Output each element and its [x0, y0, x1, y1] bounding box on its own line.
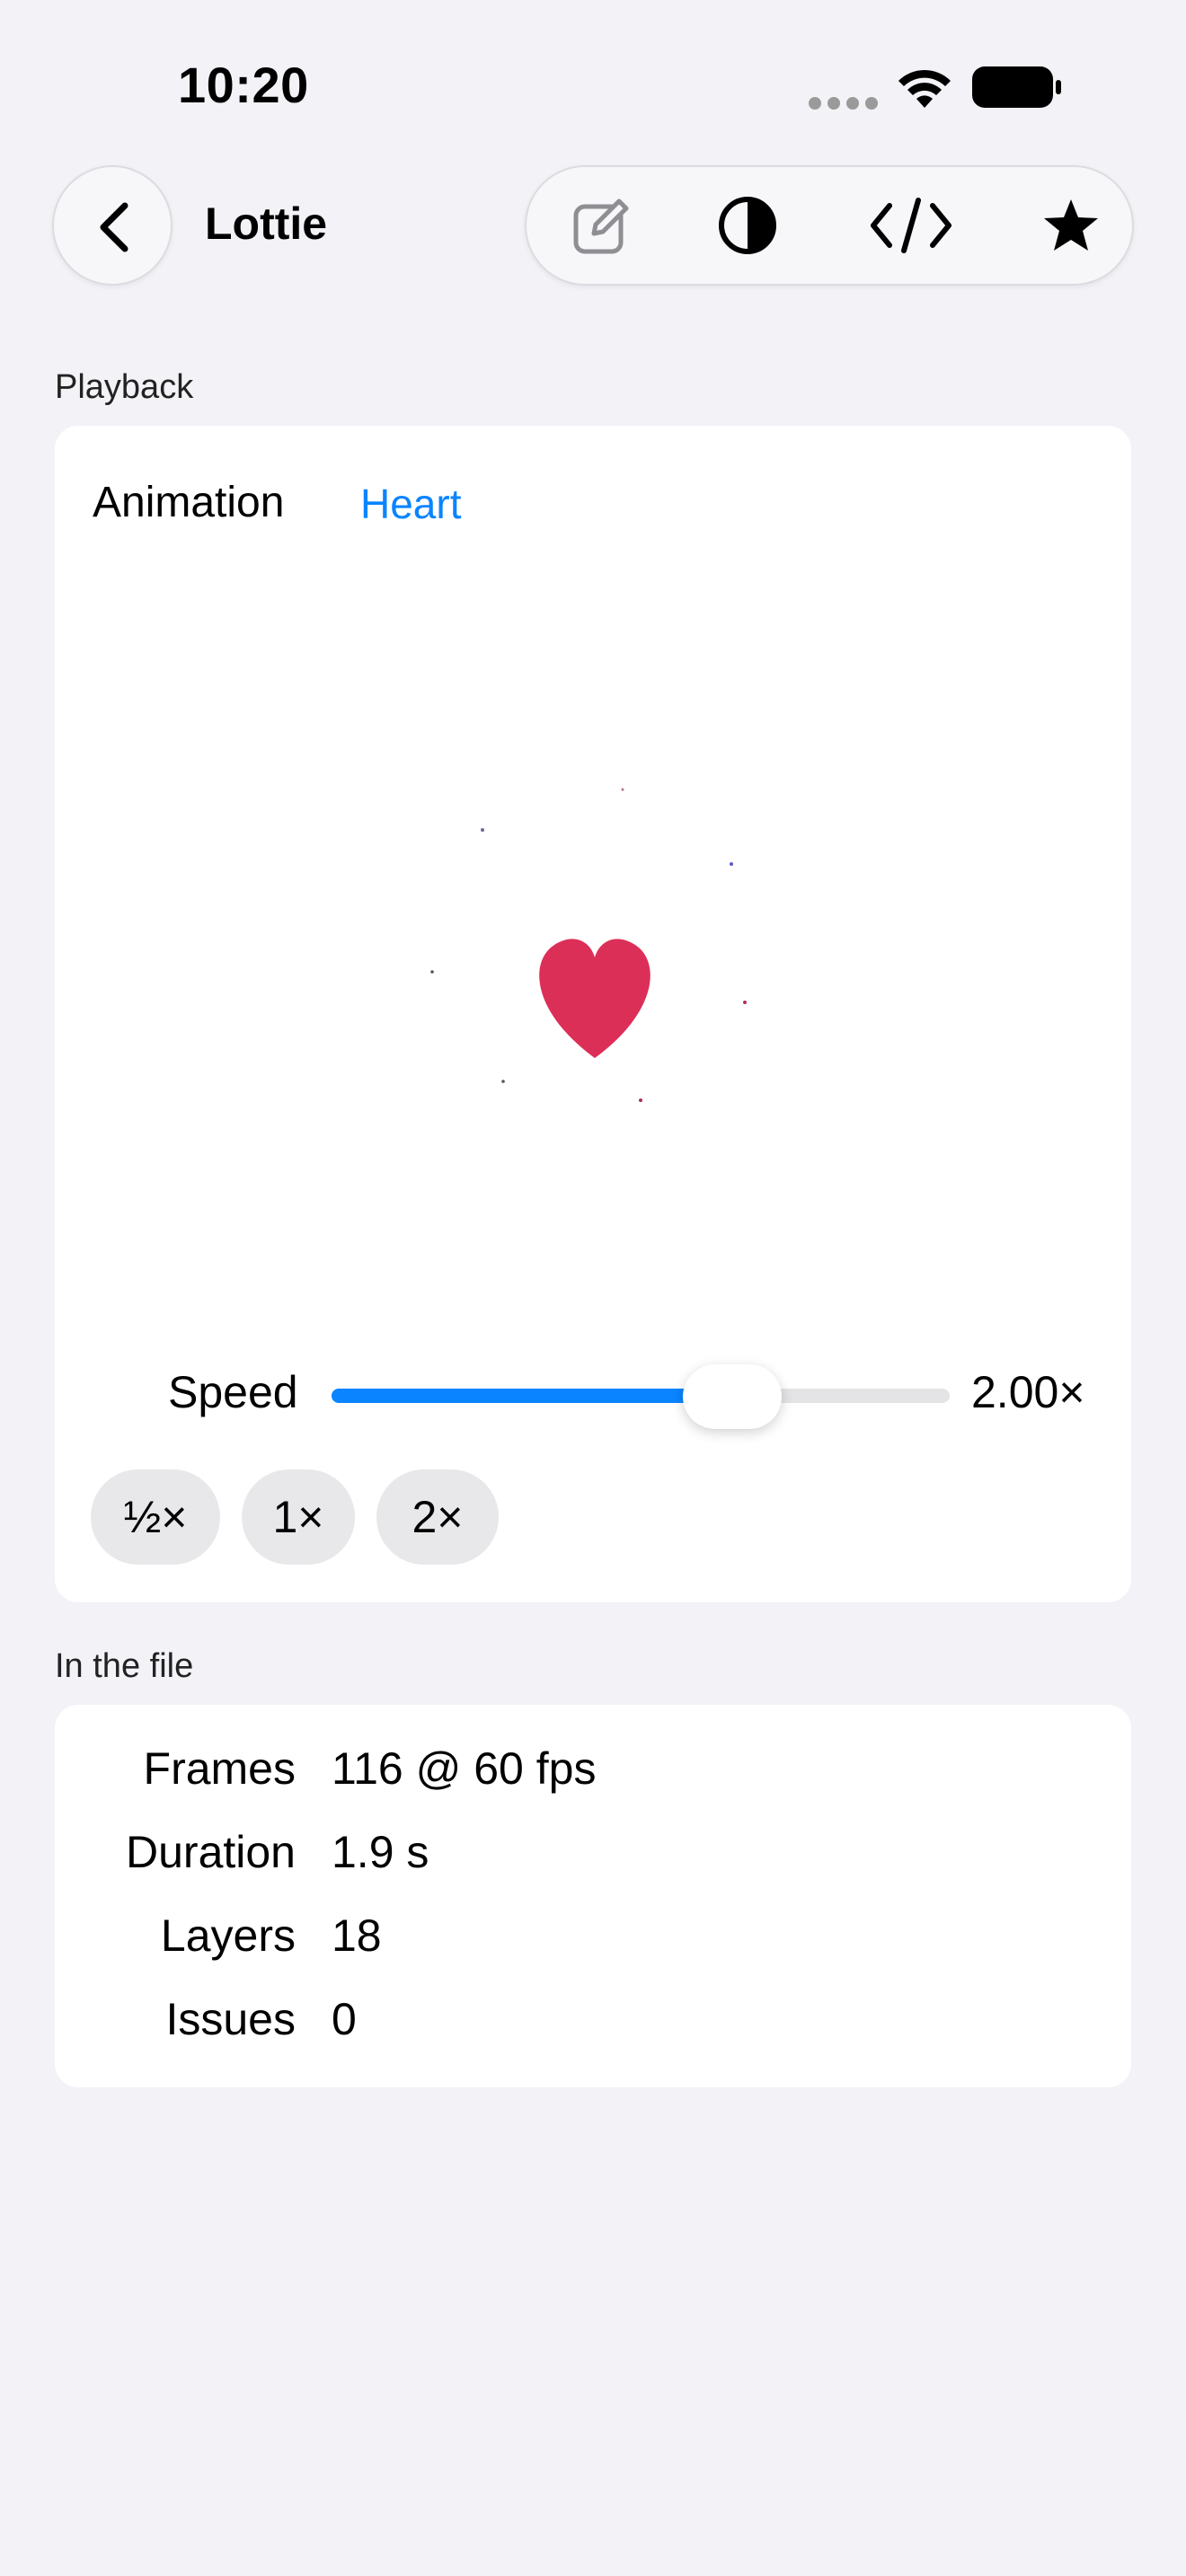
particle: [621, 788, 624, 791]
preset-half-speed-button[interactable]: ½×: [91, 1469, 220, 1565]
animation-label: Animation: [93, 479, 285, 526]
animation-picker[interactable]: Heart: [360, 480, 461, 528]
playback-card: Animation Heart Speed 2.00× ½× 1× 2×: [55, 426, 1131, 1602]
back-button[interactable]: [52, 165, 173, 286]
particle: [639, 1098, 642, 1102]
info-value: 0: [332, 1994, 357, 2044]
appearance-button[interactable]: [694, 167, 801, 284]
info-label: Issues: [165, 1994, 296, 2044]
info-label: Frames: [143, 1743, 296, 1794]
particle: [481, 828, 484, 832]
particle: [730, 862, 733, 866]
info-value: 18: [332, 1910, 382, 1961]
preset-2x-speed-button[interactable]: 2×: [376, 1469, 499, 1565]
status-icons: [809, 63, 1069, 117]
battery-icon: [972, 66, 1061, 108]
animation-preview: [430, 788, 747, 1102]
info-value: 1.9 s: [332, 1827, 429, 1877]
section-header-in-the-file: In the file: [55, 1647, 194, 1685]
edit-icon: [573, 198, 629, 254]
speed-slider[interactable]: [332, 1389, 950, 1403]
star-icon: [1044, 199, 1098, 251]
favorite-button[interactable]: [1017, 167, 1125, 284]
speed-slider-fill: [332, 1389, 696, 1403]
cellular-signal-icon: [809, 97, 884, 114]
toolbar: [525, 165, 1134, 286]
info-value: 116 @ 60 fps: [332, 1743, 597, 1794]
chevron-left-icon: [100, 202, 128, 252]
info-label: Duration: [126, 1827, 296, 1877]
info-row-issues: Issues 0: [55, 1993, 1131, 2065]
wifi-icon: [898, 69, 951, 108]
info-row-frames: Frames 116 @ 60 fps: [55, 1742, 1131, 1814]
info-row-layers: Layers 18: [55, 1910, 1131, 1981]
heart-icon: [539, 939, 651, 1058]
particle: [430, 970, 434, 974]
preset-1x-speed-button[interactable]: 1×: [242, 1469, 355, 1565]
particle: [501, 1080, 505, 1083]
file-info-card: Frames 116 @ 60 fps Duration 1.9 s Layer…: [55, 1705, 1131, 2087]
edit-button[interactable]: [546, 167, 654, 284]
speed-slider-thumb[interactable]: [683, 1364, 782, 1429]
code-icon: [871, 198, 951, 253]
status-time: 10:20: [178, 57, 309, 113]
code-button[interactable]: [857, 167, 965, 284]
page-title: Lottie: [205, 198, 328, 249]
section-header-playback: Playback: [55, 368, 194, 406]
speed-label: Speed: [168, 1367, 298, 1417]
info-row-duration: Duration 1.9 s: [55, 1826, 1131, 1898]
info-label: Layers: [160, 1910, 296, 1961]
speed-value: 2.00×: [971, 1367, 1085, 1417]
appearance-icon: [719, 197, 776, 254]
particle: [743, 1001, 747, 1004]
